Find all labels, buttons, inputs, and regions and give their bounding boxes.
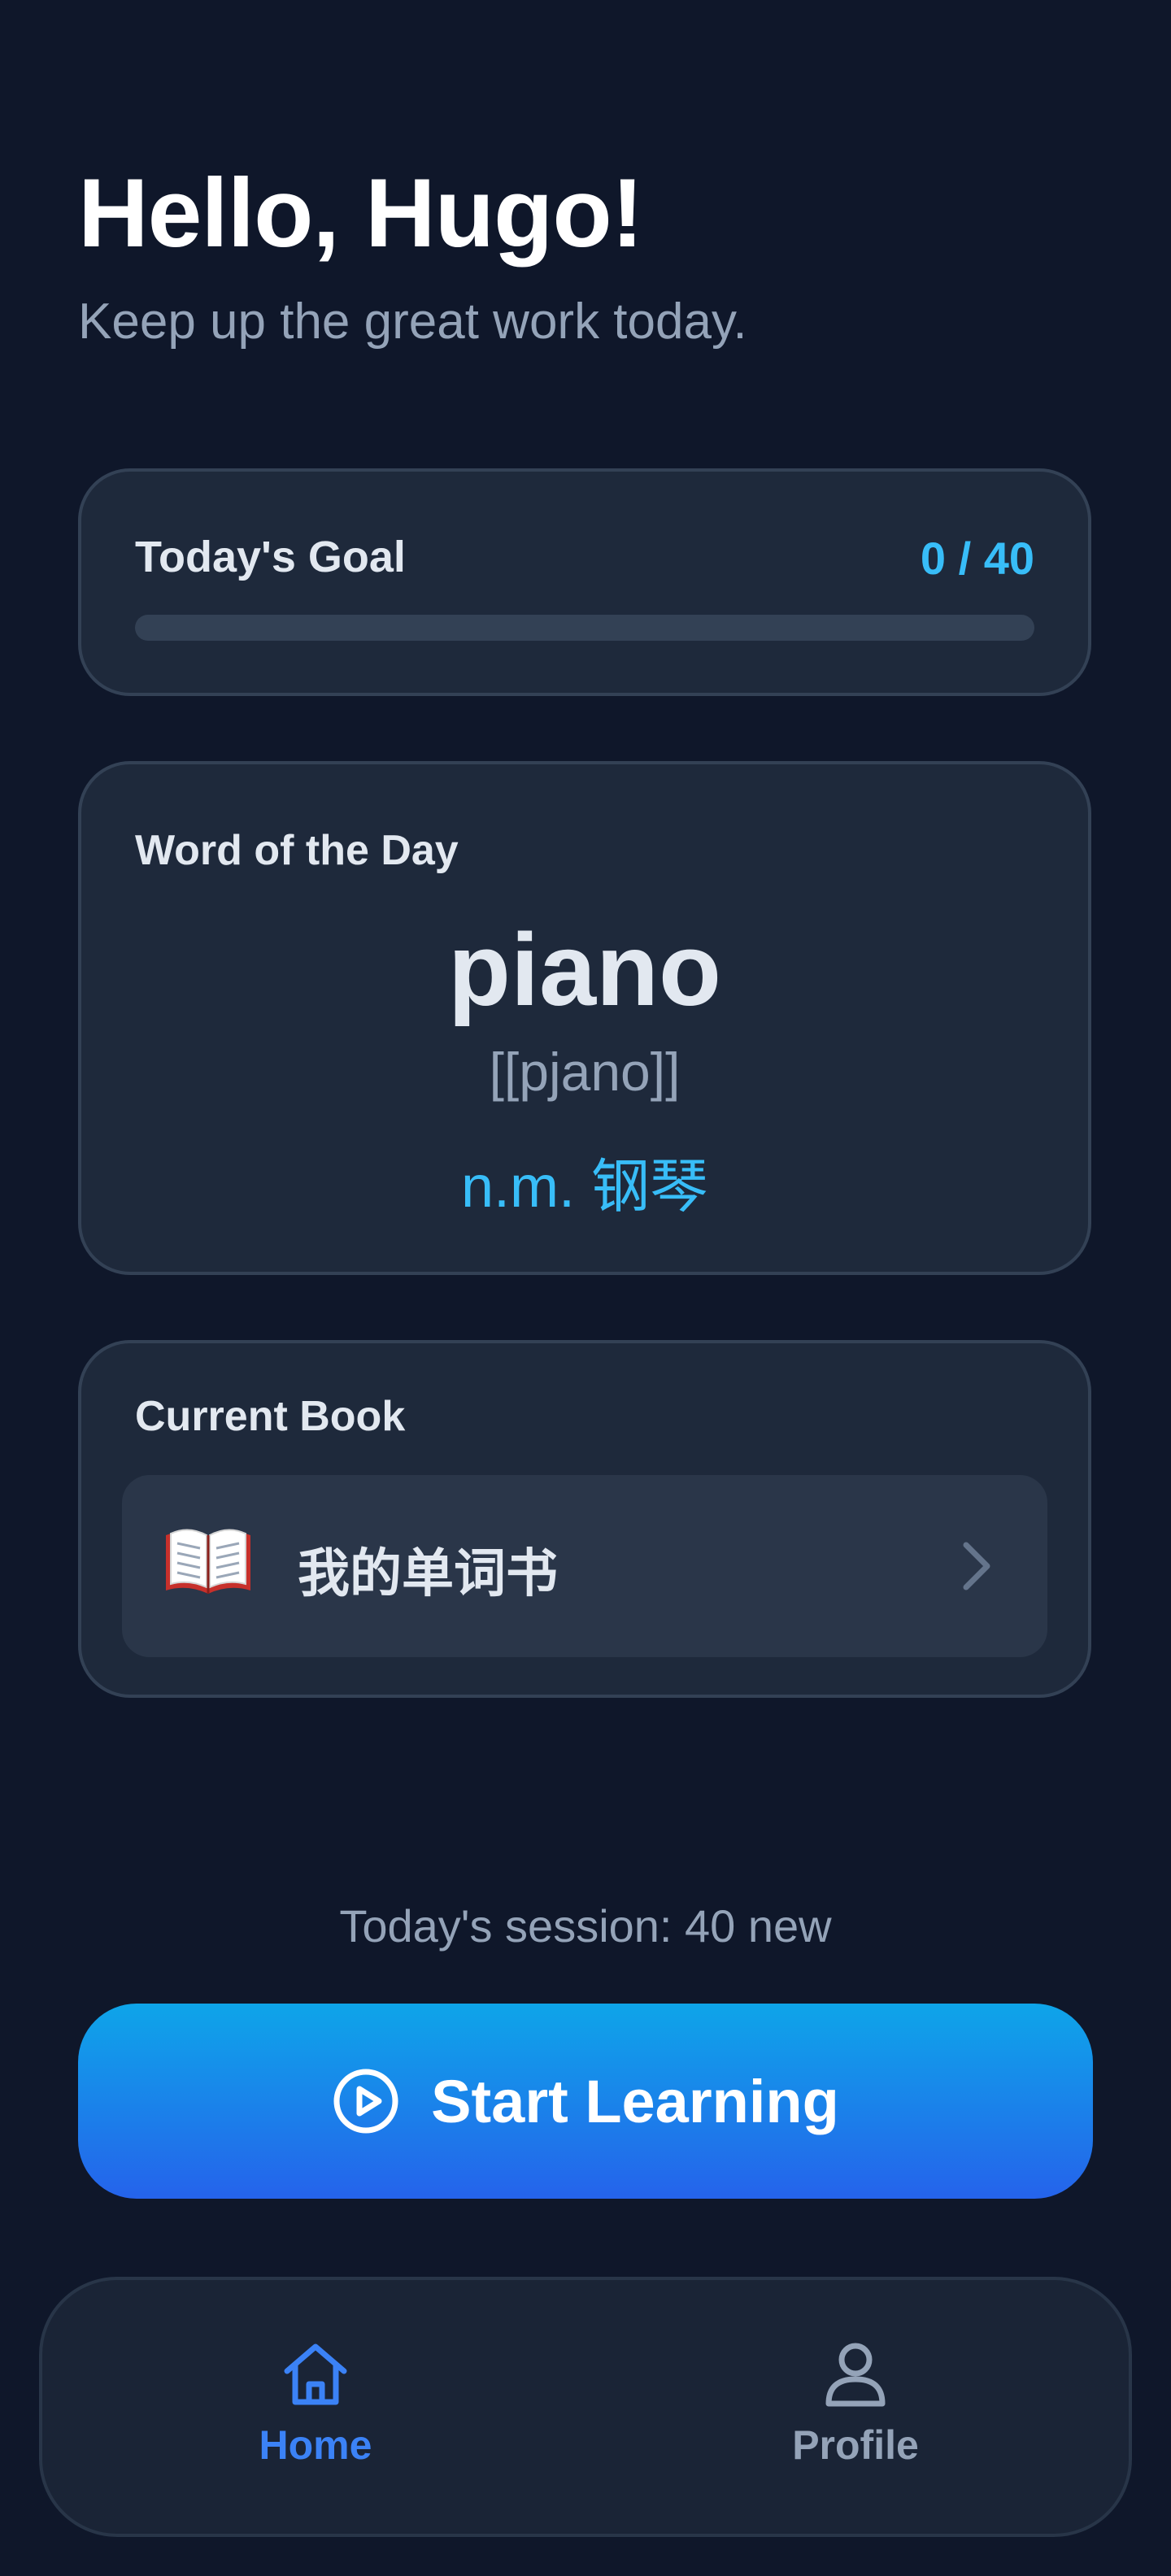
- word-of-day-definition: n.m. 钢琴: [460, 1155, 709, 1220]
- word-of-day-card: Word of the Day piano [[pjano]] n.m. 钢琴: [78, 761, 1091, 1275]
- current-book-row[interactable]: 我的单词书: [122, 1475, 1047, 1657]
- greeting-subtitle: Keep up the great work today.: [78, 294, 747, 350]
- current-book-heading: Current Book: [135, 1393, 406, 1440]
- start-learning-button[interactable]: Start Learning: [78, 2004, 1093, 2199]
- current-book-title: 我的单词书: [298, 1544, 558, 1604]
- nav-item-home[interactable]: Home: [194, 2337, 437, 2491]
- nav-label-home: Home: [259, 2422, 372, 2468]
- chevron-right-icon: [963, 1542, 990, 1590]
- nav-label-profile: Profile: [792, 2422, 919, 2468]
- word-of-day-phonetic: [[pjano]]: [489, 1042, 681, 1102]
- current-book-card: Current Book 我的单词书: [78, 1340, 1091, 1698]
- goal-card: Today's Goal 0 / 40: [78, 468, 1091, 696]
- play-circle-icon: [333, 2069, 398, 2134]
- goal-progress-bar: [135, 615, 1034, 641]
- greeting-title: Hello, Hugo!: [78, 159, 644, 268]
- session-summary: Today's session: 40 new: [339, 1900, 832, 1952]
- word-of-day-heading: Word of the Day: [135, 827, 459, 874]
- home-screen: Hello, Hugo! Keep up the great work toda…: [0, 0, 1171, 2576]
- goal-count: 0 / 40: [920, 533, 1034, 584]
- home-icon: [284, 2343, 347, 2405]
- start-learning-label: Start Learning: [431, 2067, 839, 2135]
- open-book-icon: [166, 1529, 250, 1594]
- word-of-day-word: piano: [448, 912, 721, 1027]
- bottom-nav: Home Profile: [39, 2277, 1132, 2537]
- nav-item-profile[interactable]: Profile: [734, 2337, 977, 2491]
- user-icon: [825, 2343, 886, 2407]
- goal-label: Today's Goal: [135, 533, 406, 581]
